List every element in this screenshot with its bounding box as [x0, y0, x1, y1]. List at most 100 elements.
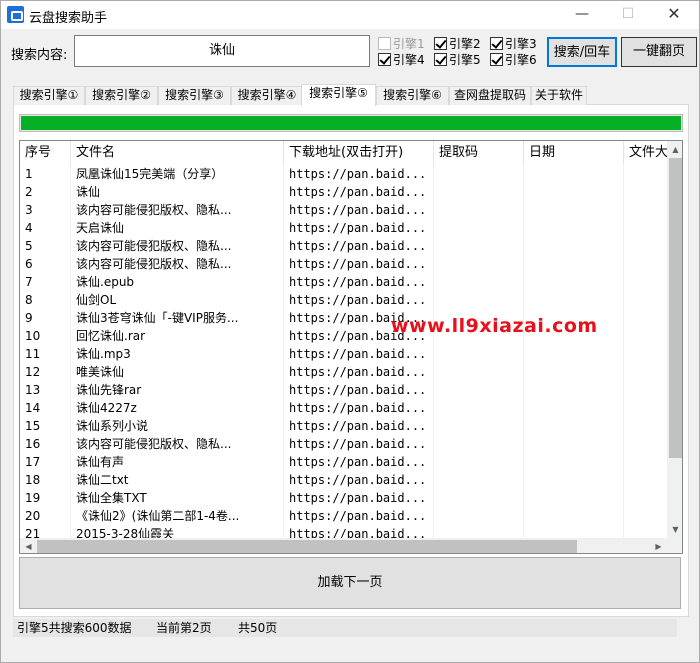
- checkbox-box: [434, 53, 447, 66]
- table-row[interactable]: 14 诛仙4227z https://pan.baid...: [20, 399, 668, 417]
- cell-date: [524, 489, 624, 507]
- cell-code: [434, 399, 524, 417]
- tab-engine-4[interactable]: 搜索引擎④: [231, 86, 303, 105]
- tab-engine-5[interactable]: 搜索引擎⑤: [301, 84, 376, 106]
- engine-5-checkbox[interactable]: 引擎5: [434, 53, 481, 69]
- minimize-button[interactable]: —: [559, 1, 605, 29]
- checkbox-box: [378, 53, 391, 66]
- cell-url: https://pan.baid...: [284, 345, 434, 363]
- cell-url: https://pan.baid...: [284, 507, 434, 525]
- table-row[interactable]: 6 该内容可能侵犯版权、隐私... https://pan.baid...: [20, 255, 668, 273]
- cell-date: [524, 507, 624, 525]
- scroll-up-arrow-icon[interactable]: ▲: [667, 141, 682, 158]
- table-row[interactable]: 12 唯美诛仙 https://pan.baid...: [20, 363, 668, 381]
- tab-engine-6[interactable]: 搜索引擎⑥: [376, 86, 449, 105]
- col-header-code[interactable]: 提取码: [434, 141, 524, 165]
- cell-filename: 诛仙全集TXT: [71, 489, 284, 507]
- cell-url: https://pan.baid...: [284, 399, 434, 417]
- cell-filename: 回忆诛仙.rar: [71, 327, 284, 345]
- cell-code: [434, 345, 524, 363]
- flip-all-pages-button[interactable]: 一键翻页: [621, 37, 697, 67]
- cell-date: [524, 417, 624, 435]
- cell-filename: 诛仙系列小说: [71, 417, 284, 435]
- checkbox-box: [490, 37, 503, 50]
- title-bar: 云盘搜索助手 — ☐ ✕: [1, 1, 699, 29]
- cell-filename: 《诛仙2》(诛仙第二部1-4卷...: [71, 507, 284, 525]
- tab-engine-1[interactable]: 搜索引擎①: [13, 86, 85, 105]
- cell-date: [524, 237, 624, 255]
- table-row[interactable]: 16 该内容可能侵犯版权、隐私... https://pan.baid...: [20, 435, 668, 453]
- cell-date: [524, 399, 624, 417]
- table-row[interactable]: 17 诛仙有声 https://pan.baid...: [20, 453, 668, 471]
- load-next-page-button[interactable]: 加载下一页: [19, 557, 681, 609]
- scroll-right-arrow-icon[interactable]: ▶: [650, 538, 667, 553]
- table-row[interactable]: 4 天启诛仙 https://pan.baid...: [20, 219, 668, 237]
- cell-url: https://pan.baid...: [284, 489, 434, 507]
- cell-url: https://pan.baid...: [284, 183, 434, 201]
- status-summary: 引擎5共搜索600数据: [17, 621, 132, 635]
- tab-about[interactable]: 关于软件: [531, 86, 587, 105]
- horizontal-scroll-thumb[interactable]: [37, 540, 577, 553]
- tab-engine-2[interactable]: 搜索引擎②: [85, 86, 158, 105]
- scrollbar-corner: [667, 538, 682, 553]
- table-row[interactable]: 2 诛仙 https://pan.baid...: [20, 183, 668, 201]
- vertical-scrollbar[interactable]: ▲ ▼: [667, 141, 682, 538]
- progress-fill: [21, 116, 681, 130]
- table-row[interactable]: 1 凤凰诛仙15完美端（分享） https://pan.baid...: [20, 165, 668, 183]
- engine-3-checkbox[interactable]: 引擎3: [490, 37, 537, 53]
- results-table: 序号 文件名 下载地址(双击打开) 提取码 日期 文件大 1 凤凰诛仙15完美端（…: [19, 140, 683, 554]
- cell-date: [524, 201, 624, 219]
- cell-filename: 诛仙先锋rar: [71, 381, 284, 399]
- cell-url: https://pan.baid...: [284, 219, 434, 237]
- cell-index: 4: [20, 219, 71, 237]
- cell-filename: 诛仙3苍穹诛仙「-键VIP服务...: [71, 309, 284, 327]
- cell-date: [524, 219, 624, 237]
- cell-index: 6: [20, 255, 71, 273]
- cell-code: [434, 453, 524, 471]
- horizontal-scrollbar[interactable]: ◀ ▶: [20, 538, 667, 553]
- engine-4-checkbox[interactable]: 引擎4: [378, 53, 425, 69]
- table-row[interactable]: 11 诛仙.mp3 https://pan.baid...: [20, 345, 668, 363]
- engine-6-checkbox[interactable]: 引擎6: [490, 53, 537, 69]
- cell-code: [434, 201, 524, 219]
- table-row[interactable]: 20 《诛仙2》(诛仙第二部1-4卷... https://pan.baid...: [20, 507, 668, 525]
- cell-index: 16: [20, 435, 71, 453]
- table-row[interactable]: 5 该内容可能侵犯版权、隐私... https://pan.baid...: [20, 237, 668, 255]
- close-button[interactable]: ✕: [651, 1, 697, 29]
- col-header-url[interactable]: 下载地址(双击打开): [284, 141, 434, 165]
- tab-extract-code[interactable]: 查网盘提取码: [449, 86, 531, 105]
- col-header-date[interactable]: 日期: [524, 141, 624, 165]
- cell-filename: 仙剑OL: [71, 291, 284, 309]
- scroll-left-arrow-icon[interactable]: ◀: [20, 538, 37, 553]
- status-current-page: 当前第2页: [156, 621, 212, 635]
- col-header-index[interactable]: 序号: [20, 141, 71, 165]
- cell-url: https://pan.baid...: [284, 453, 434, 471]
- table-row[interactable]: 7 诛仙.epub https://pan.baid...: [20, 273, 668, 291]
- table-row[interactable]: 19 诛仙全集TXT https://pan.baid...: [20, 489, 668, 507]
- cell-code: [434, 507, 524, 525]
- search-button[interactable]: 搜索/回车: [547, 37, 617, 67]
- cell-filename: 天启诛仙: [71, 219, 284, 237]
- table-row[interactable]: 8 仙剑OL https://pan.baid...: [20, 291, 668, 309]
- cell-code: [434, 381, 524, 399]
- maximize-button[interactable]: ☐: [605, 1, 651, 29]
- cell-url: https://pan.baid...: [284, 201, 434, 219]
- search-progress-bar: [19, 114, 683, 132]
- col-header-size[interactable]: 文件大: [624, 141, 668, 165]
- table-row[interactable]: 3 该内容可能侵犯版权、隐私... https://pan.baid...: [20, 201, 668, 219]
- vertical-scroll-thumb[interactable]: [669, 158, 682, 458]
- table-row[interactable]: 13 诛仙先锋rar https://pan.baid...: [20, 381, 668, 399]
- tab-engine-3[interactable]: 搜索引擎③: [158, 86, 231, 105]
- scroll-down-arrow-icon[interactable]: ▼: [667, 521, 682, 538]
- cell-index: 8: [20, 291, 71, 309]
- col-header-filename[interactable]: 文件名: [71, 141, 284, 165]
- cell-date: [524, 291, 624, 309]
- site-watermark: www.ll9xiazai.com: [391, 315, 598, 337]
- table-row[interactable]: 18 诛仙二txt https://pan.baid...: [20, 471, 668, 489]
- engine-1-checkbox[interactable]: 引擎1: [378, 37, 425, 53]
- engine-2-checkbox[interactable]: 引擎2: [434, 37, 481, 53]
- cell-url: https://pan.baid...: [284, 291, 434, 309]
- table-row[interactable]: 15 诛仙系列小说 https://pan.baid...: [20, 417, 668, 435]
- search-input[interactable]: 诛仙: [74, 35, 370, 67]
- cell-filename: 诛仙: [71, 183, 284, 201]
